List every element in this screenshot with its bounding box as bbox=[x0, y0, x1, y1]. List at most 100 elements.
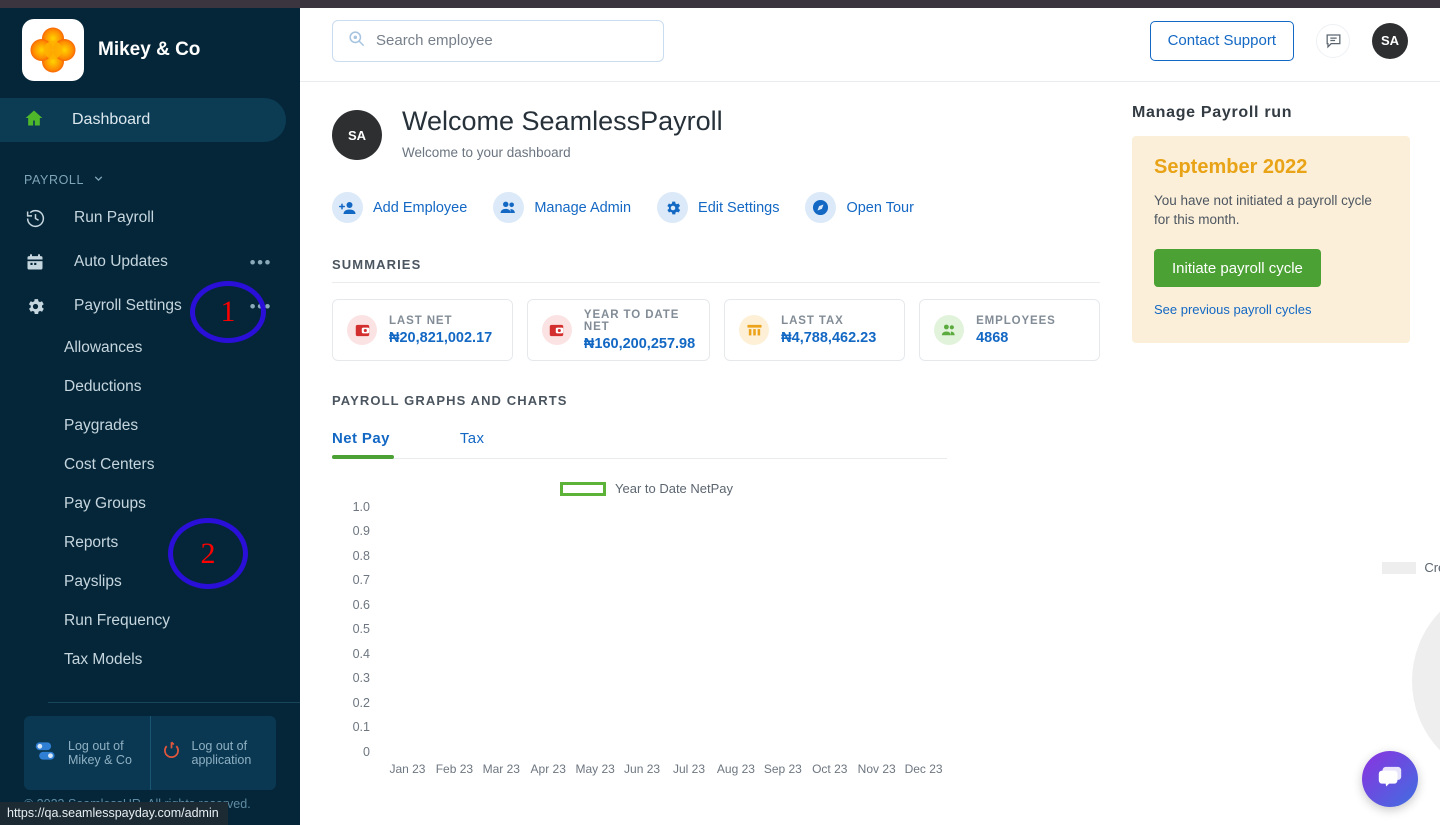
search-input[interactable] bbox=[376, 32, 649, 49]
sidebar-subitem-label: Deductions bbox=[64, 378, 142, 396]
x-axis-tick: Apr 23 bbox=[525, 762, 572, 776]
tab-tax[interactable]: Tax bbox=[460, 430, 485, 458]
tab-net-pay[interactable]: Net Pay bbox=[332, 430, 390, 458]
y-axis-tick: 0.8 bbox=[332, 549, 370, 563]
chart-tabs: Net Pay Tax bbox=[332, 430, 947, 459]
sidebar-item-label: Payroll Settings bbox=[74, 297, 182, 315]
sidebar-item-cost-centers[interactable]: Cost Centers bbox=[0, 445, 300, 484]
add-employee-button[interactable]: Add Employee bbox=[332, 192, 467, 223]
sidebar-item-pay-groups[interactable]: Pay Groups bbox=[0, 484, 300, 523]
sidebar-item-label: Run Payroll bbox=[74, 209, 154, 227]
x-axis-tick: Aug 23 bbox=[712, 762, 759, 776]
chevron-down-icon bbox=[92, 172, 105, 188]
status-bar-url: https://qa.seamlesspayday.com/admin bbox=[0, 802, 228, 825]
net-pay-line-chart: 1.0 0.9 0.8 0.7 0.6 0.5 0.4 0.3 0.2 0.1 … bbox=[332, 500, 947, 758]
open-tour-button[interactable]: Open Tour bbox=[805, 192, 913, 223]
top-bar-actions: Contact Support SA bbox=[1150, 21, 1408, 61]
summary-card-employees[interactable]: EMPLOYEES 4868 bbox=[919, 299, 1100, 361]
summaries-title: SUMMARIES bbox=[332, 257, 1100, 272]
summary-card-value: 4868 bbox=[976, 330, 1056, 346]
initiate-payroll-cycle-button[interactable]: Initiate payroll cycle bbox=[1154, 249, 1321, 287]
x-axis-tick: Nov 23 bbox=[853, 762, 900, 776]
logout-application-button[interactable]: Log out of application bbox=[150, 716, 277, 790]
sidebar-item-dashboard[interactable]: Dashboard bbox=[0, 98, 286, 142]
divider bbox=[332, 282, 1100, 283]
person-add-icon bbox=[332, 192, 363, 223]
search-icon bbox=[347, 29, 366, 53]
legend-item-credit: Credit bbox=[1382, 560, 1440, 575]
summary-card-label: EMPLOYEES bbox=[976, 315, 1056, 327]
payroll-run-panel: September 2022 You have not initiated a … bbox=[1132, 136, 1410, 343]
wallet-icon bbox=[542, 315, 572, 345]
sidebar-item-allowances[interactable]: Allowances bbox=[0, 328, 300, 367]
browser-chrome-strip bbox=[0, 0, 1440, 8]
sidebar-item-auto-updates[interactable]: Auto Updates ••• bbox=[0, 240, 300, 284]
logout-panel: Log out of Mikey & Co Log out of applica… bbox=[24, 716, 276, 790]
logout-company-label: Log out of Mikey & Co bbox=[68, 739, 140, 767]
sidebar-item-run-payroll[interactable]: Run Payroll bbox=[0, 196, 300, 240]
welcome-section: SA Welcome SeamlessPayroll Welcome to yo… bbox=[332, 82, 1100, 160]
sidebar-item-label: Auto Updates bbox=[74, 253, 168, 271]
sidebar-item-payslips[interactable]: Payslips bbox=[0, 562, 300, 601]
gear-icon bbox=[657, 192, 688, 223]
y-axis-tick: 0.9 bbox=[332, 524, 370, 538]
sidebar-subitem-label: Paygrades bbox=[64, 417, 138, 435]
y-axis-tick: 0.5 bbox=[332, 622, 370, 636]
more-options-icon[interactable]: ••• bbox=[250, 254, 272, 271]
summary-card-label: LAST NET bbox=[389, 315, 492, 327]
y-axis-tick: 0.6 bbox=[332, 598, 370, 612]
summaries-section: SUMMARIES LA bbox=[332, 257, 1100, 361]
x-axis-tick: Jan 23 bbox=[384, 762, 431, 776]
x-axis-tick: Jul 23 bbox=[666, 762, 713, 776]
y-axis-tick: 0.3 bbox=[332, 671, 370, 685]
sidebar-item-reports[interactable]: Reports bbox=[0, 523, 300, 562]
summary-card-value: ₦4,788,462.23 bbox=[781, 330, 876, 346]
charts-title: PAYROLL GRAPHS AND CHARTS bbox=[332, 393, 1100, 408]
contact-support-button[interactable]: Contact Support bbox=[1150, 21, 1294, 61]
brand[interactable]: Mikey & Co bbox=[0, 0, 300, 84]
quick-action-label: Manage Admin bbox=[534, 200, 631, 216]
x-axis-tick: Jun 23 bbox=[619, 762, 666, 776]
compass-icon bbox=[805, 192, 836, 223]
summary-card-ytd-net[interactable]: YEAR TO DATE NET ₦160,200,257.98 bbox=[527, 299, 710, 361]
y-axis-tick: 0.4 bbox=[332, 647, 370, 661]
payroll-month: September 2022 bbox=[1154, 156, 1388, 179]
sidebar-item-run-frequency[interactable]: Run Frequency bbox=[0, 601, 300, 640]
sidebar-divider bbox=[48, 702, 300, 703]
page-title: Welcome SeamlessPayroll bbox=[402, 104, 723, 138]
quick-action-label: Open Tour bbox=[846, 200, 913, 216]
payroll-message: You have not initiated a payroll cycle f… bbox=[1154, 191, 1388, 229]
top-bar: Contact Support SA bbox=[300, 0, 1440, 82]
message-icon[interactable] bbox=[1316, 24, 1350, 58]
logout-company-button[interactable]: Log out of Mikey & Co bbox=[24, 716, 150, 790]
home-icon bbox=[24, 108, 44, 133]
sidebar-item-deductions[interactable]: Deductions bbox=[0, 367, 300, 406]
wallet-icon bbox=[347, 315, 377, 345]
avatar[interactable]: SA bbox=[1372, 23, 1408, 59]
summary-card-value: ₦20,821,002.17 bbox=[389, 330, 492, 346]
y-axis-tick: 0 bbox=[332, 745, 370, 759]
manage-payroll-run-title: Manage Payroll run bbox=[1132, 104, 1410, 122]
bank-icon bbox=[739, 315, 769, 345]
sidebar-subitem-label: Pay Groups bbox=[64, 495, 146, 513]
sidebar-item-paygrades[interactable]: Paygrades bbox=[0, 406, 300, 445]
summary-card-label: YEAR TO DATE NET bbox=[584, 309, 695, 333]
quick-action-label: Edit Settings bbox=[698, 200, 779, 216]
chat-bubble-icon[interactable] bbox=[1362, 751, 1418, 807]
y-axis-tick: 0.1 bbox=[332, 720, 370, 734]
sidebar-item-tax-models[interactable]: Tax Models bbox=[0, 640, 300, 679]
summary-card-last-net[interactable]: LAST NET ₦20,821,002.17 bbox=[332, 299, 513, 361]
sidebar-subitem-label: Tax Models bbox=[64, 651, 142, 669]
logout-application-label: Log out of application bbox=[192, 739, 267, 767]
summary-card-last-tax[interactable]: LAST TAX ₦4,788,462.23 bbox=[724, 299, 905, 361]
switch-icon bbox=[34, 739, 58, 768]
search-box[interactable] bbox=[332, 20, 664, 62]
edit-settings-button[interactable]: Edit Settings bbox=[657, 192, 779, 223]
quick-actions: Add Employee Manage Admin bbox=[332, 192, 1100, 223]
donut-svg bbox=[1362, 581, 1440, 781]
sidebar-section-payroll[interactable]: PAYROLL bbox=[24, 172, 300, 188]
quick-action-label: Add Employee bbox=[373, 200, 467, 216]
content-area: SA Welcome SeamlessPayroll Welcome to yo… bbox=[300, 82, 1440, 758]
see-previous-cycles-link[interactable]: See previous payroll cycles bbox=[1154, 302, 1388, 317]
manage-admin-button[interactable]: Manage Admin bbox=[493, 192, 631, 223]
